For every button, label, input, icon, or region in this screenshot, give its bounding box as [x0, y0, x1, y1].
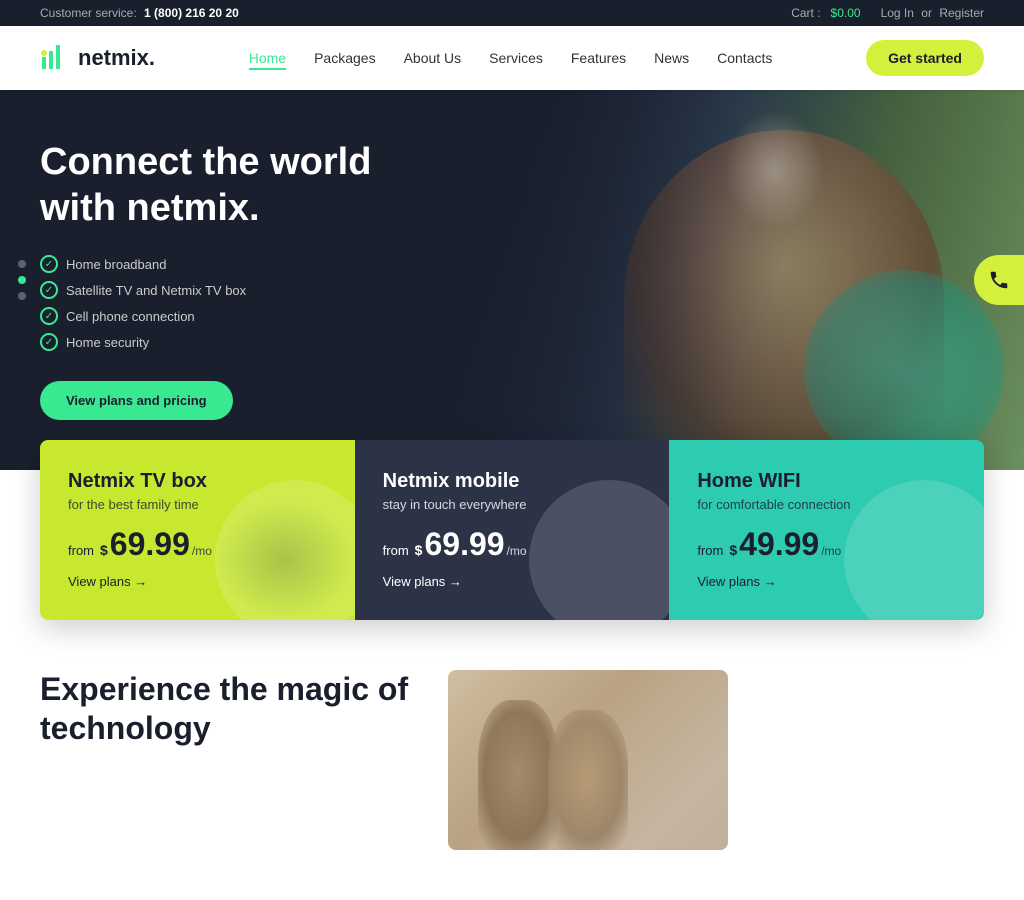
price-dollar-tv: $: [100, 542, 108, 558]
feature-item-4: Home security: [40, 333, 371, 351]
feature-label-2: Satellite TV and Netmix TV box: [66, 283, 246, 298]
view-plans-button[interactable]: View plans and pricing: [40, 381, 233, 420]
price-per-tv: /mo: [192, 544, 212, 558]
main-nav: Home Packages About Us Services Features…: [249, 50, 773, 66]
plans-section: Netmix TV box for the best family time f…: [40, 440, 984, 620]
slide-dots: [18, 260, 26, 300]
cart-label: Cart :: [791, 6, 820, 20]
bottom-teaser-text: Experience the magic of technology: [40, 670, 408, 747]
price-from-mobile: from: [383, 543, 409, 558]
price-from-wifi: from: [697, 543, 723, 558]
bg-detail: [724, 110, 824, 230]
customer-service: Customer service: 1 (800) 216 20 20: [40, 6, 239, 20]
price-from-tv: from: [68, 543, 94, 558]
hero-background-image: [307, 90, 1024, 470]
register-link[interactable]: Register: [939, 6, 984, 20]
hero-heading-line1: Connect the world: [40, 141, 371, 183]
price-per-mobile: /mo: [507, 544, 527, 558]
plan-subtitle-wifi: for comfortable connection: [697, 497, 956, 512]
logo-text: netmix.: [78, 45, 155, 71]
check-icon-4: [40, 333, 58, 351]
cart-amount: $0.00: [831, 6, 861, 20]
price-dollar-mobile: $: [415, 542, 423, 558]
check-icon-3: [40, 307, 58, 325]
bottom-teaser: Experience the magic of technology: [0, 620, 1024, 900]
customer-service-label: Customer service:: [40, 6, 137, 20]
person-2-shape: [548, 710, 628, 850]
hero-features-list: Home broadband Satellite TV and Netmix T…: [40, 255, 371, 351]
person-silhouette: [624, 130, 944, 470]
nav-features[interactable]: Features: [571, 50, 626, 66]
bottom-teaser-heading: Experience the magic of technology: [40, 670, 408, 747]
feature-item-1: Home broadband: [40, 255, 371, 273]
plan-card-mobile: Netmix mobile stay in touch everywhere f…: [355, 440, 670, 620]
hero-section: Connect the world with netmix. Home broa…: [0, 90, 1024, 470]
phone-number: 1 (800) 216 20 20: [144, 6, 239, 20]
bottom-heading-line2: technology: [40, 710, 211, 746]
hero-heading: Connect the world with netmix.: [40, 140, 371, 231]
phone-icon: [988, 269, 1010, 291]
teaser-image-bg: [448, 670, 728, 850]
nav-packages[interactable]: Packages: [314, 50, 375, 66]
person-1-shape: [478, 700, 558, 850]
phone-contact-button[interactable]: [974, 255, 1024, 305]
price-dollar-wifi: $: [729, 542, 737, 558]
price-amount-wifi: 49.99: [739, 528, 819, 560]
get-started-button[interactable]: Get started: [866, 40, 984, 76]
feature-label-1: Home broadband: [66, 257, 166, 272]
site-header: netmix. Home Packages About Us Services …: [0, 26, 1024, 90]
hero-content: Connect the world with netmix. Home broa…: [0, 90, 411, 470]
check-icon-1: [40, 255, 58, 273]
feature-item-3: Cell phone connection: [40, 307, 371, 325]
slide-dot-2[interactable]: [18, 276, 26, 284]
logo-icon: [40, 43, 70, 73]
feature-item-2: Satellite TV and Netmix TV box: [40, 281, 371, 299]
nav-services[interactable]: Services: [489, 50, 543, 66]
bottom-heading-line1: Experience the magic of: [40, 671, 408, 707]
or-separator: or: [921, 6, 932, 20]
price-per-wifi: /mo: [821, 544, 841, 558]
plan-card-wifi: Home WIFI for comfortable connection fro…: [669, 440, 984, 620]
nav-contacts[interactable]: Contacts: [717, 50, 772, 66]
feature-label-3: Cell phone connection: [66, 309, 195, 324]
bottom-teaser-image: [448, 670, 728, 850]
login-link[interactable]: Log In: [881, 6, 914, 20]
slide-dot-3[interactable]: [18, 292, 26, 300]
feature-label-4: Home security: [66, 335, 149, 350]
hero-heading-line2: with netmix.: [40, 187, 260, 229]
slide-dot-1[interactable]: [18, 260, 26, 268]
check-icon-2: [40, 281, 58, 299]
nav-home[interactable]: Home: [249, 50, 286, 66]
top-bar: Customer service: 1 (800) 216 20 20 Cart…: [0, 0, 1024, 26]
price-amount-tv: 69.99: [110, 528, 190, 560]
auth-links: Log In or Register: [881, 6, 984, 20]
cart: Cart : $0.00: [791, 6, 860, 20]
logo[interactable]: netmix.: [40, 43, 155, 73]
plan-subtitle-mobile: stay in touch everywhere: [383, 497, 642, 512]
plan-card-tv: Netmix TV box for the best family time f…: [40, 440, 355, 620]
nav-news[interactable]: News: [654, 50, 689, 66]
card-bg-image-tv: [215, 500, 355, 620]
price-amount-mobile: 69.99: [424, 528, 504, 560]
nav-about-us[interactable]: About Us: [404, 50, 462, 66]
